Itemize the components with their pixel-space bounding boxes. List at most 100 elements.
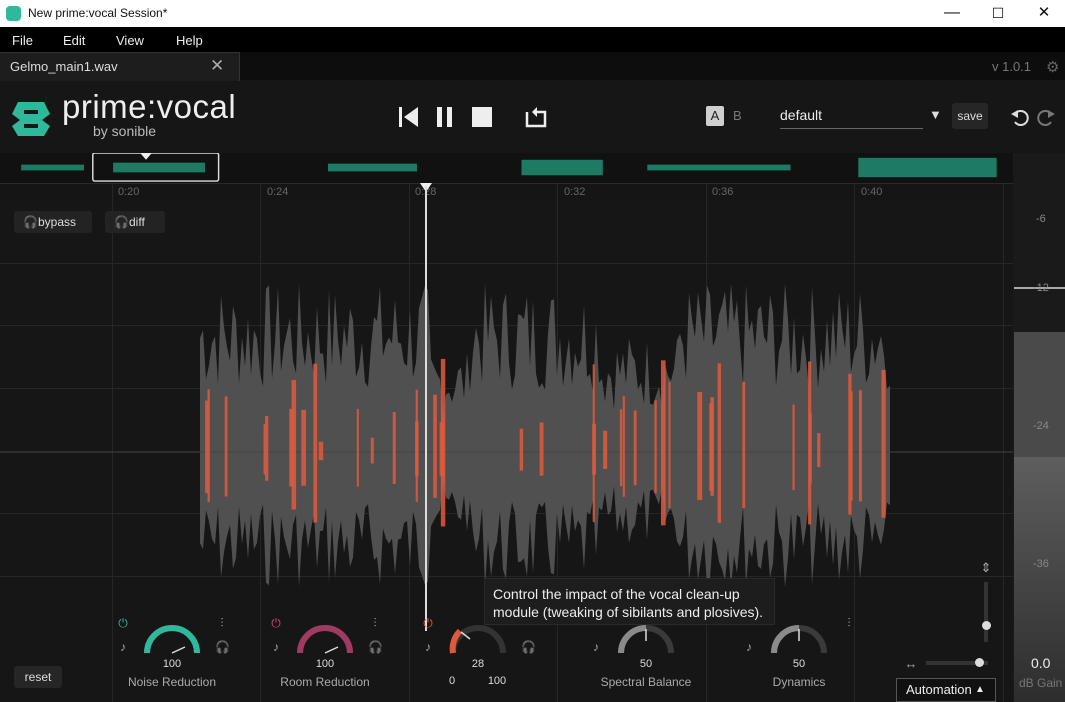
sibilance-marker <box>858 390 862 502</box>
sibilance-marker <box>265 416 269 481</box>
knob-max: 100 <box>487 675 507 687</box>
settings-sliders-icon[interactable]: ⫶ <box>215 616 229 630</box>
headphones-icon[interactable]: 🎧 <box>521 640 536 654</box>
gain-value[interactable]: 0.0 <box>1031 655 1050 671</box>
automation-icon[interactable]: ♪ <box>421 640 435 654</box>
preset-select[interactable]: default <box>780 107 923 129</box>
noise-reduction-knob[interactable] <box>141 615 203 655</box>
power-icon[interactable]: ⏻ <box>269 616 283 630</box>
playhead[interactable] <box>425 186 427 631</box>
minimize-button[interactable]: — <box>929 0 975 27</box>
brand-byline: by sonible <box>93 123 157 139</box>
headphones-icon[interactable]: 🎧 <box>215 640 230 654</box>
power-icon[interactable]: ⏻ <box>116 616 130 630</box>
sibilance-marker <box>370 437 374 464</box>
loop-icon[interactable] <box>523 104 549 130</box>
horizontal-zoom-handle[interactable] <box>975 658 984 667</box>
module-label: Noise Reduction <box>127 675 217 689</box>
bypass-button[interactable]: 🎧 bypass <box>14 211 92 233</box>
settings-sliders-icon[interactable]: ⫶ <box>368 616 382 630</box>
horizontal-zoom-icon: ↔ <box>904 656 918 671</box>
sibilance-marker <box>742 381 746 509</box>
brand-name: prime:vocal <box>62 88 237 125</box>
meter-label: -36 <box>1033 558 1049 570</box>
room-reduction-knob[interactable] <box>294 615 356 655</box>
sibilance-marker <box>717 363 721 523</box>
menu-view[interactable]: View <box>116 33 144 48</box>
sibilance-marker <box>301 409 306 486</box>
close-tab-icon[interactable]: ✕ <box>210 56 224 76</box>
pause-icon[interactable] <box>432 104 458 130</box>
headphones-icon[interactable]: 🎧 <box>368 640 383 654</box>
grid-line <box>0 263 1013 264</box>
stop-icon[interactable] <box>469 104 495 130</box>
close-window-button[interactable]: ✕ <box>1021 0 1065 27</box>
bypass-label: bypass <box>38 215 77 229</box>
overview-waveform[interactable] <box>0 153 1013 184</box>
reset-button[interactable]: reset <box>14 666 62 688</box>
time-label: 0:32 <box>564 186 586 198</box>
knob-value: 28 <box>471 658 485 670</box>
automation-icon[interactable]: ♪ <box>742 640 756 654</box>
module-label: Room Reduction <box>280 675 370 689</box>
sibilance-marker <box>318 441 324 461</box>
knob-value: 50 <box>639 658 653 670</box>
menu-edit[interactable]: Edit <box>63 33 85 48</box>
chevron-down-icon[interactable]: ▼ <box>929 107 942 122</box>
vertical-zoom-icon[interactable]: ⇕ <box>979 560 993 575</box>
dynamics-knob[interactable] <box>768 615 830 655</box>
compare-a-button[interactable]: A <box>706 106 724 126</box>
automation-icon[interactable]: ♪ <box>269 640 283 654</box>
sibilance-marker <box>622 396 625 497</box>
sibilance-marker <box>603 430 608 469</box>
automation-icon[interactable]: ♪ <box>116 640 130 654</box>
diff-button[interactable]: 🎧 diff <box>105 211 165 233</box>
automation-icon[interactable]: ♪ <box>589 640 603 654</box>
tooltip: Control the impact of the vocal clean-up… <box>484 578 775 625</box>
knob-min: 0 <box>448 675 456 687</box>
menu-help[interactable]: Help <box>176 33 203 48</box>
timeline-ruler[interactable]: 0:20 0:24 0:28 0:32 0:36 0:40 <box>0 184 1013 201</box>
app-icon <box>6 6 21 21</box>
automation-label: Automation <box>906 682 972 697</box>
headphones-icon: 🎧 <box>114 215 129 229</box>
power-icon[interactable]: ⏻ <box>421 616 435 630</box>
module-label: Spectral Balance <box>600 675 692 689</box>
vertical-zoom-handle[interactable] <box>982 621 991 630</box>
sibilance-marker <box>881 369 886 518</box>
sibilance-marker <box>710 397 714 496</box>
compare-b-button[interactable]: B <box>733 108 742 123</box>
time-label: 0:20 <box>118 186 140 198</box>
meter-label: -6 <box>1036 213 1046 225</box>
sibilance-marker <box>817 433 821 468</box>
knob-value: 100 <box>162 658 182 670</box>
redo-icon[interactable] <box>1035 106 1057 128</box>
file-tab-label: Gelmo_main1.wav <box>10 59 118 74</box>
sibilance-marker <box>433 394 437 498</box>
logo-icon <box>12 102 50 136</box>
time-label: 0:24 <box>267 186 289 198</box>
undo-icon[interactable] <box>1009 106 1031 128</box>
vertical-zoom-slider[interactable] <box>984 582 988 642</box>
time-label: 0:40 <box>861 186 883 198</box>
maximize-button[interactable]: ☐ <box>975 0 1021 27</box>
sibilance-marker <box>792 404 795 491</box>
skip-back-icon[interactable] <box>396 104 422 130</box>
knob-value: 50 <box>792 658 806 670</box>
meter-level <box>1014 332 1065 457</box>
gain-label: dB Gain <box>1019 676 1063 690</box>
sibilance-marker <box>356 408 359 487</box>
sibilance-marker <box>654 400 657 494</box>
menu-file[interactable]: File <box>12 33 33 48</box>
automation-button[interactable]: Automation ▲ <box>896 678 996 702</box>
sibilance-marker <box>633 410 637 486</box>
sibilance-marker <box>809 412 812 484</box>
save-button[interactable]: save <box>952 103 988 129</box>
sibilance-marker <box>313 363 318 523</box>
sibilance-marker <box>539 422 544 476</box>
main-waveform <box>0 283 1013 588</box>
gear-icon[interactable]: ⚙ <box>1046 58 1059 76</box>
version-label: v 1.0.1 <box>992 59 1032 74</box>
file-tab[interactable]: Gelmo_main1.wav ✕ <box>0 52 240 81</box>
settings-sliders-icon[interactable]: ⫶ <box>842 616 856 630</box>
